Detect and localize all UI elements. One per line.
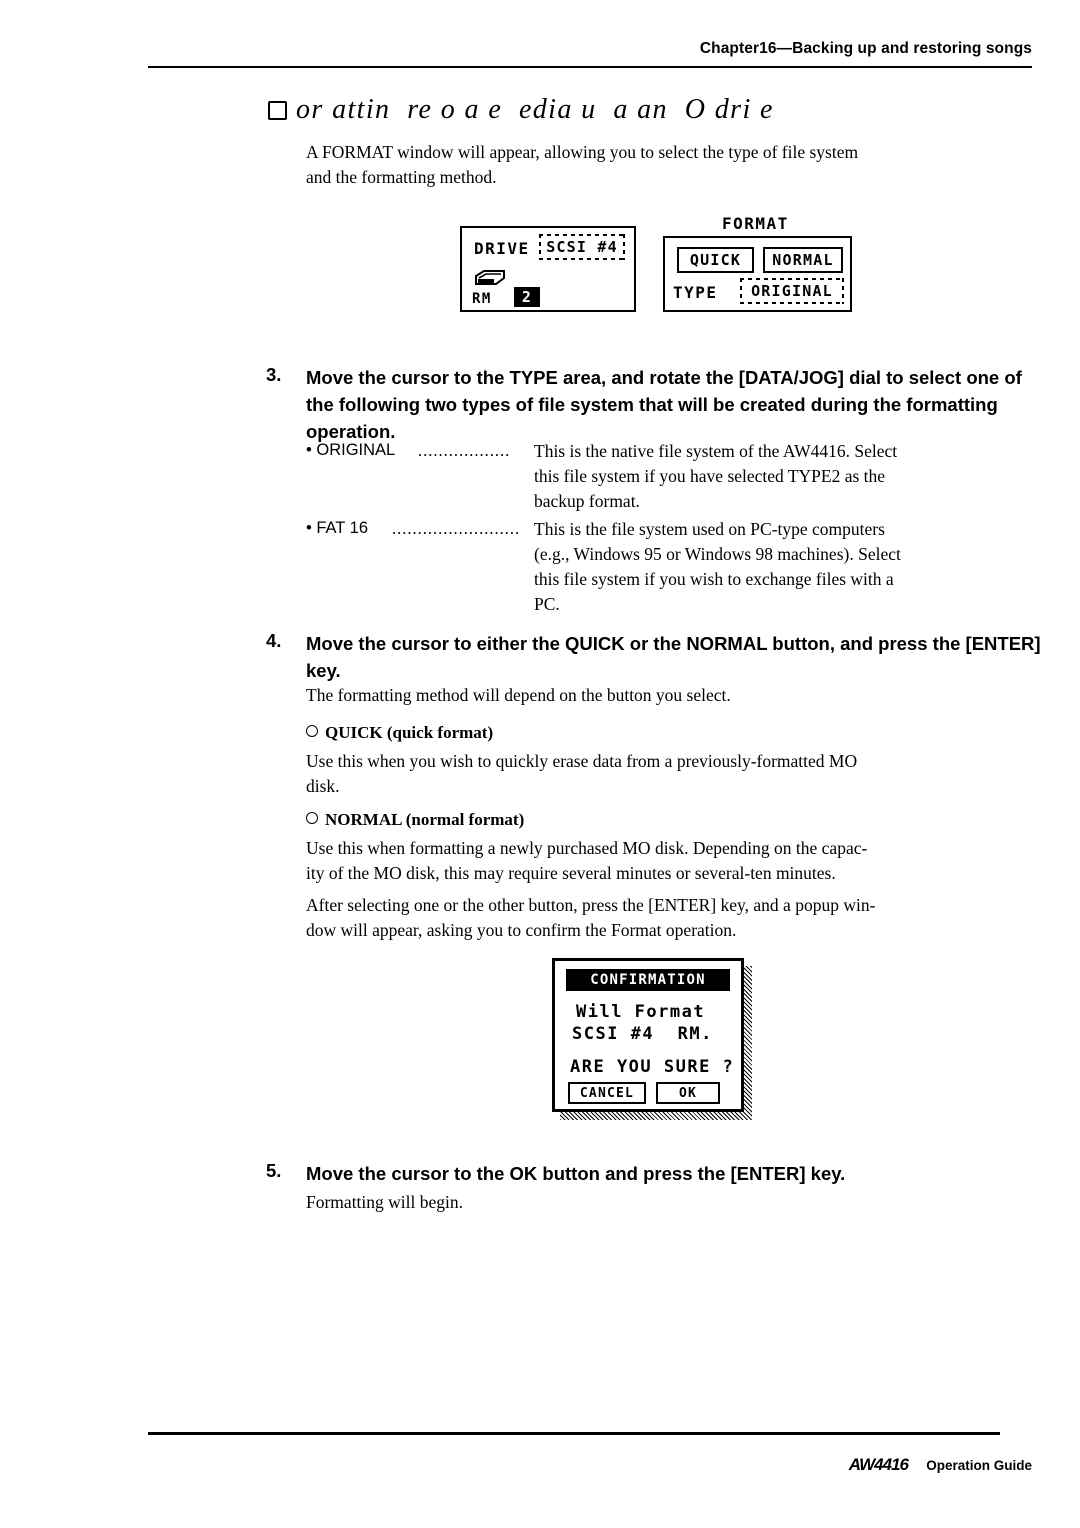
ok-button[interactable]: OK — [656, 1082, 720, 1104]
confirmation-question: ARE YOU SURE ? — [570, 1057, 735, 1077]
page-header-chapter: Chapter16—Backing up and restoring songs — [699, 40, 1032, 57]
circle-marker-icon — [306, 725, 318, 737]
bullet-fat16-dots: ......................... — [392, 519, 521, 538]
bullet-fat16-label: • FAT 16 — [306, 519, 369, 537]
bullet-original-line-2: this file system if you have selected TY… — [534, 466, 886, 486]
drive-value-field[interactable]: SCSI #4 — [539, 234, 625, 260]
step-4-text: Move the cursor to either the QUICK or t… — [306, 630, 1046, 684]
normal-subheading: NORMAL (normal format) — [306, 810, 524, 830]
figure-format-window: DRIVE SCSI #4 RM 2 FORMAT QUICK NORMAL T… — [460, 213, 852, 315]
drive-label: DRIVE — [474, 239, 530, 258]
footer-logo: AW4416 — [848, 1455, 909, 1474]
bullet-fat16-line-2: (e.g., Windows 95 or Windows 98 machines… — [534, 544, 901, 564]
normal-body: Use this when formatting a newly purchas… — [306, 836, 1036, 886]
confirmation-title: CONFIRMATION — [566, 969, 730, 991]
bullet-original-body: This is the native file system of the AW… — [534, 439, 1004, 514]
mo-disk-icon — [475, 270, 505, 285]
bullet-original-line-3: backup format. — [534, 491, 640, 511]
step-4-body: The formatting method will depend on the… — [306, 685, 731, 705]
step-3-text: Move the cursor to the TYPE area, and ro… — [306, 364, 1046, 445]
figure-confirmation-window: CONFIRMATION Will Format SCSI #4 RM. ARE… — [552, 958, 752, 1120]
intro-line-1: A FORMAT window will appear, allowing yo… — [306, 142, 859, 162]
step-3-number: 3. — [266, 364, 282, 385]
footer-rule — [148, 1432, 1000, 1435]
step-5-number: 5. — [266, 1160, 282, 1181]
bullet-fat16-line-3: this file system if you wish to exchange… — [534, 569, 894, 589]
step-4-line-1: Move the cursor to either the QUICK or t… — [306, 633, 928, 654]
rm-label: RM — [472, 291, 492, 307]
quick-subheading: QUICK (quick format) — [306, 723, 493, 743]
step-3-line-1: Move the cursor to the TYPE area, and ro… — [306, 367, 904, 388]
bullet-original-line-1: This is the native file system of the AW… — [534, 441, 898, 461]
rm-value-field[interactable]: 2 — [514, 287, 540, 307]
quick-body-line-2: disk. — [306, 776, 340, 796]
bullet-fat16-line-4: PC. — [534, 594, 560, 614]
confirmation-line-1: Will Format — [576, 1002, 706, 1022]
quick-body: Use this when you wish to quickly erase … — [306, 749, 1026, 799]
section-bullet-icon — [268, 101, 287, 120]
after-select-body: After selecting one or the other button,… — [306, 893, 1036, 943]
intro-line-2: and the formatting method. — [306, 167, 497, 187]
quick-button[interactable]: QUICK — [677, 247, 754, 273]
after-select-line-1: After selecting one or the other button,… — [306, 895, 876, 915]
normal-body-line-1: Use this when formatting a newly purchas… — [306, 838, 868, 858]
type-label: TYPE — [673, 283, 718, 302]
bullet-fat16-body: This is the file system used on PC-type … — [534, 517, 1014, 617]
intro-paragraph: A FORMAT window will appear, allowing yo… — [306, 140, 1006, 190]
header-rule — [148, 66, 1032, 68]
quick-subheading-label: QUICK (quick format) — [325, 723, 494, 742]
circle-marker-icon-2 — [306, 812, 318, 824]
page-title: or attin re o a e edia u a an O dri e — [296, 94, 774, 125]
quick-body-line-1: Use this when you wish to quickly erase … — [306, 751, 858, 771]
step-5-text: Move the cursor to the OK button and pre… — [306, 1163, 846, 1184]
confirmation-line-2: SCSI #4 RM. — [572, 1024, 713, 1044]
step-5-body: Formatting will begin. — [306, 1192, 464, 1212]
step-4-number: 4. — [266, 630, 282, 651]
normal-subheading-label: NORMAL (normal format) — [325, 810, 525, 829]
document-page: Chapter16—Backing up and restoring songs… — [0, 0, 1080, 1528]
after-select-line-2: dow will appear, asking you to confirm t… — [306, 920, 737, 940]
bullet-original-dots: .................. — [418, 441, 511, 460]
footer-text: Operation Guide — [926, 1458, 1032, 1473]
bullet-fat16-line-1: This is the file system used on PC-type … — [534, 519, 885, 539]
format-label: FORMAT — [722, 214, 789, 233]
bullet-original-label: • ORIGINAL — [306, 441, 396, 459]
normal-body-line-2: ity of the MO disk, this may require sev… — [306, 863, 836, 883]
normal-button[interactable]: NORMAL — [763, 247, 843, 273]
cancel-button[interactable]: CANCEL — [568, 1082, 646, 1104]
type-value-field[interactable]: ORIGINAL — [740, 278, 844, 304]
